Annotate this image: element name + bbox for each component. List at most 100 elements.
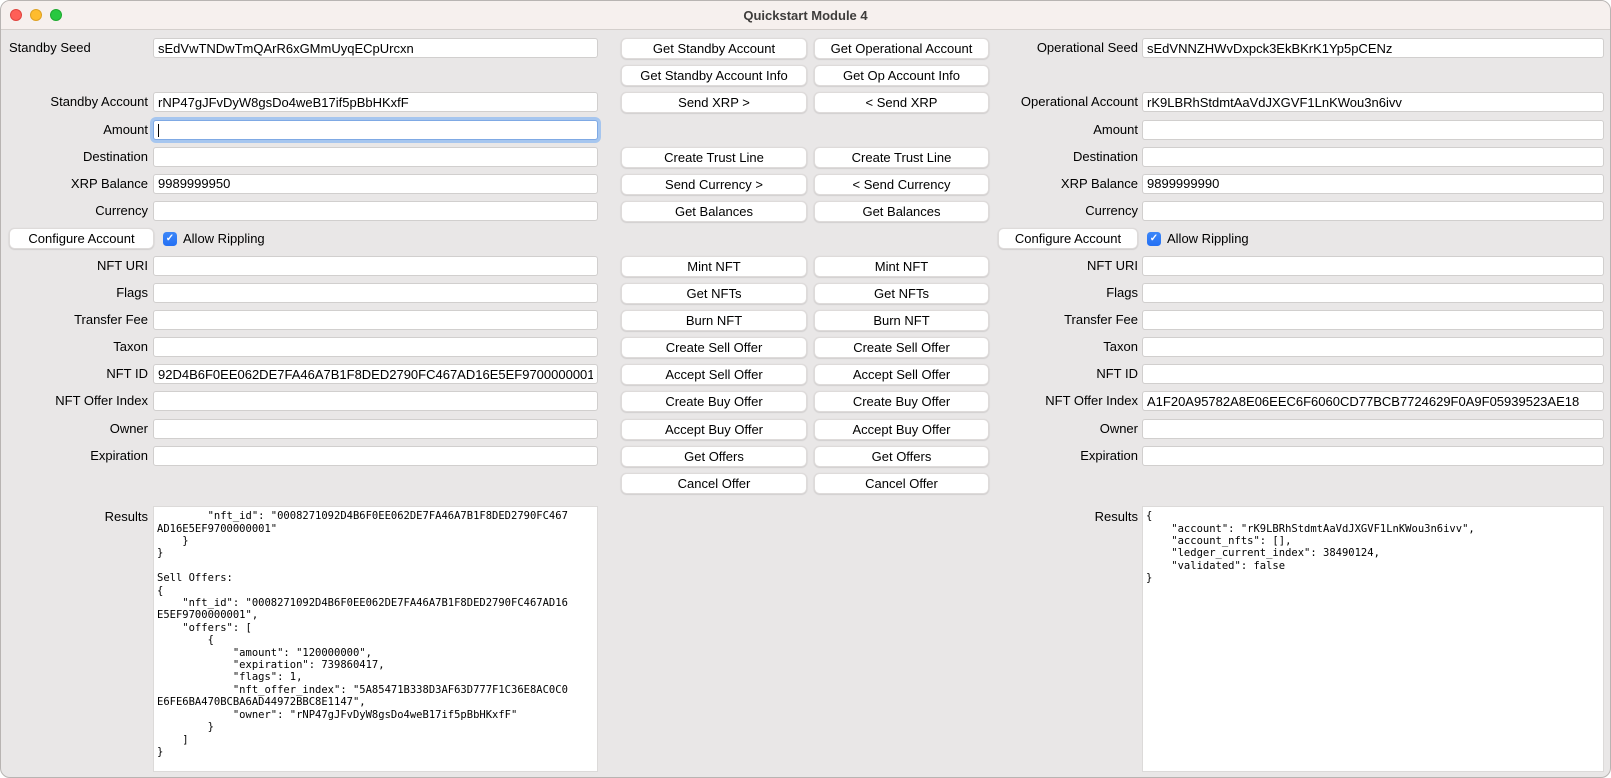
operational-results-label: Results: [989, 500, 1138, 527]
standby-owner-label: Owner: [1, 419, 148, 439]
standby-transfer-fee-label: Transfer Fee: [1, 310, 148, 330]
operational-allow-rippling-label: Allow Rippling: [1167, 231, 1249, 246]
standby-seed-label: Standby Seed: [1, 38, 148, 58]
operational-allow-rippling-group: Allow Rippling: [1147, 231, 1249, 246]
operational-create-trust-line-button[interactable]: Create Trust Line: [814, 147, 989, 168]
operational-owner-label: Owner: [989, 419, 1138, 439]
standby-taxon-label: Taxon: [1, 337, 148, 357]
standby-accept-buy-offer-button[interactable]: Accept Buy Offer: [621, 419, 807, 440]
standby-get-balances-button[interactable]: Get Balances: [621, 201, 807, 222]
operational-expiration-input[interactable]: [1142, 446, 1604, 466]
standby-configure-account-button[interactable]: Configure Account: [9, 228, 154, 249]
operational-allow-rippling-checkbox[interactable]: [1147, 232, 1161, 246]
send-currency-right-button[interactable]: Send Currency >: [621, 174, 807, 195]
standby-owner-input[interactable]: [153, 419, 598, 439]
operational-burn-nft-button[interactable]: Burn NFT: [814, 310, 989, 331]
send-currency-left-button[interactable]: < Send Currency: [814, 174, 989, 195]
standby-nft-id-input[interactable]: [153, 364, 598, 384]
operational-results-text[interactable]: { "account": "rK9LBRhStdmtAaVdJXGVF1LnKW…: [1142, 506, 1604, 772]
standby-accept-sell-offer-button[interactable]: Accept Sell Offer: [621, 364, 807, 385]
standby-seed-input[interactable]: [153, 38, 598, 58]
operational-configure-row: Configure Account Allow Rippling: [989, 228, 1604, 249]
standby-create-buy-offer-button[interactable]: Create Buy Offer: [621, 391, 807, 412]
operational-expiration-label: Expiration: [989, 446, 1138, 466]
standby-nft-id-label: NFT ID: [1, 364, 148, 384]
standby-get-nfts-button[interactable]: Get NFTs: [621, 283, 807, 304]
operational-flags-input[interactable]: [1142, 283, 1604, 303]
send-xrp-right-button[interactable]: Send XRP >: [621, 92, 807, 113]
standby-create-trust-line-button[interactable]: Create Trust Line: [621, 147, 807, 168]
standby-allow-rippling-label: Allow Rippling: [183, 231, 265, 246]
standby-get-offers-button[interactable]: Get Offers: [621, 446, 807, 467]
standby-nft-uri-input[interactable]: [153, 256, 598, 276]
standby-nft-offer-index-input[interactable]: [153, 391, 598, 411]
operational-amount-label: Amount: [989, 120, 1138, 140]
standby-nft-offer-index-label: NFT Offer Index: [1, 391, 148, 411]
operational-cancel-offer-button[interactable]: Cancel Offer: [814, 473, 989, 494]
standby-flags-label: Flags: [1, 283, 148, 303]
close-button[interactable]: [10, 9, 22, 21]
operational-get-balances-button[interactable]: Get Balances: [814, 201, 989, 222]
operational-xrp-balance-input[interactable]: [1142, 174, 1604, 194]
standby-configure-row: Configure Account Allow Rippling: [1, 228, 598, 249]
operational-account-input[interactable]: [1142, 92, 1604, 112]
operational-destination-input[interactable]: [1142, 147, 1604, 167]
standby-results-label: Results: [1, 500, 148, 527]
operational-transfer-fee-input[interactable]: [1142, 310, 1604, 330]
standby-flags-input[interactable]: [153, 283, 598, 303]
operational-xrp-balance-label: XRP Balance: [989, 174, 1138, 194]
standby-currency-input[interactable]: [153, 201, 598, 221]
operational-currency-input[interactable]: [1142, 201, 1604, 221]
operational-configure-account-button[interactable]: Configure Account: [998, 228, 1138, 249]
operational-flags-label: Flags: [989, 283, 1138, 303]
standby-destination-input[interactable]: [153, 147, 598, 167]
operational-accept-buy-offer-button[interactable]: Accept Buy Offer: [814, 419, 989, 440]
standby-results-text[interactable]: "nft_id": "0008271092D4B6F0EE062DE7FA46A…: [153, 506, 598, 772]
operational-nft-offer-index-input[interactable]: [1142, 391, 1604, 411]
standby-amount-label: Amount: [1, 120, 148, 140]
fullscreen-button[interactable]: [50, 9, 62, 21]
operational-transfer-fee-label: Transfer Fee: [989, 310, 1138, 330]
standby-account-label: Standby Account: [1, 92, 148, 112]
get-standby-account-button[interactable]: Get Standby Account: [621, 38, 807, 59]
operational-owner-input[interactable]: [1142, 419, 1604, 439]
operational-create-buy-offer-button[interactable]: Create Buy Offer: [814, 391, 989, 412]
standby-create-sell-offer-button[interactable]: Create Sell Offer: [621, 337, 807, 358]
standby-nft-uri-label: NFT URI: [1, 256, 148, 276]
standby-currency-label: Currency: [1, 201, 148, 221]
standby-allow-rippling-checkbox[interactable]: [163, 232, 177, 246]
operational-account-label: Operational Account: [989, 92, 1138, 112]
standby-burn-nft-button[interactable]: Burn NFT: [621, 310, 807, 331]
standby-allow-rippling-group: Allow Rippling: [163, 231, 265, 246]
operational-taxon-label: Taxon: [989, 337, 1138, 357]
standby-account-input[interactable]: [153, 92, 598, 112]
standby-destination-label: Destination: [1, 147, 148, 167]
operational-mint-nft-button[interactable]: Mint NFT: [814, 256, 989, 277]
text-cursor: [158, 124, 159, 137]
get-operational-account-button[interactable]: Get Operational Account: [814, 38, 989, 59]
standby-transfer-fee-input[interactable]: [153, 310, 598, 330]
send-xrp-left-button[interactable]: < Send XRP: [814, 92, 989, 113]
operational-destination-label: Destination: [989, 147, 1138, 167]
operational-create-sell-offer-button[interactable]: Create Sell Offer: [814, 337, 989, 358]
operational-amount-input[interactable]: [1142, 120, 1604, 140]
standby-cancel-offer-button[interactable]: Cancel Offer: [621, 473, 807, 494]
operational-taxon-input[interactable]: [1142, 337, 1604, 357]
standby-amount-field: [153, 120, 598, 142]
minimize-button[interactable]: [30, 9, 42, 21]
operational-nft-uri-input[interactable]: [1142, 256, 1604, 276]
get-op-account-info-button[interactable]: Get Op Account Info: [814, 65, 989, 86]
operational-get-nfts-button[interactable]: Get NFTs: [814, 283, 989, 304]
operational-accept-sell-offer-button[interactable]: Accept Sell Offer: [814, 364, 989, 385]
operational-seed-input[interactable]: [1142, 38, 1604, 58]
standby-xrp-balance-input[interactable]: [153, 174, 598, 194]
standby-taxon-input[interactable]: [153, 337, 598, 357]
standby-expiration-input[interactable]: [153, 446, 598, 466]
window-title: Quickstart Module 4: [743, 8, 867, 23]
operational-get-offers-button[interactable]: Get Offers: [814, 446, 989, 467]
titlebar: Quickstart Module 4: [1, 1, 1610, 30]
get-standby-account-info-button[interactable]: Get Standby Account Info: [621, 65, 807, 86]
standby-amount-input[interactable]: [153, 120, 598, 140]
standby-mint-nft-button[interactable]: Mint NFT: [621, 256, 807, 277]
operational-nft-id-input[interactable]: [1142, 364, 1604, 384]
